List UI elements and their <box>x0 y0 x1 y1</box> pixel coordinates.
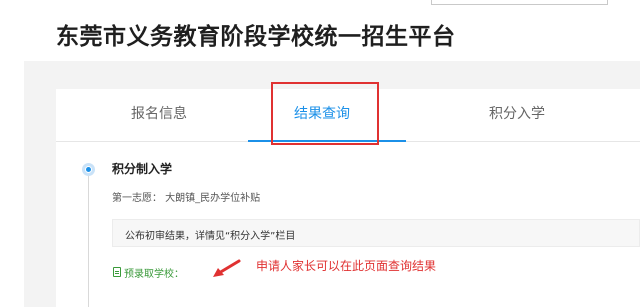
red-arrow-icon <box>213 259 241 277</box>
top-search-input[interactable] <box>431 0 608 5</box>
tab-points-admission[interactable]: 积分入学 <box>458 89 576 139</box>
document-icon <box>113 267 121 277</box>
pre-admission-label: 预录取学校： <box>124 268 184 280</box>
pre-admission-row: 预录取学校： <box>113 264 184 280</box>
section-title: 积分制入学 <box>112 162 173 176</box>
tab-registration-info[interactable]: 报名信息 <box>100 89 218 139</box>
notice-box: 公布初审结果，详情见“积分入学”栏目 <box>112 219 640 247</box>
timeline-line <box>88 176 89 307</box>
annotation-text: 申请人家长可以在此页面查询结果 <box>256 259 437 273</box>
tab-result-query[interactable]: 结果查询 <box>248 89 396 139</box>
tab-bar: 报名信息 结果查询 积分入学 <box>56 89 640 142</box>
notice-text: 公布初审结果，详情见“积分入学”栏目 <box>125 231 296 242</box>
first-choice-text: 第一志愿： 大朗镇_民办学位补贴 <box>112 193 261 204</box>
page-title: 东莞市义务教育阶段学校统一招生平台 <box>56 24 456 50</box>
timeline-dot-icon <box>82 163 95 176</box>
active-tab-indicator <box>248 140 406 142</box>
